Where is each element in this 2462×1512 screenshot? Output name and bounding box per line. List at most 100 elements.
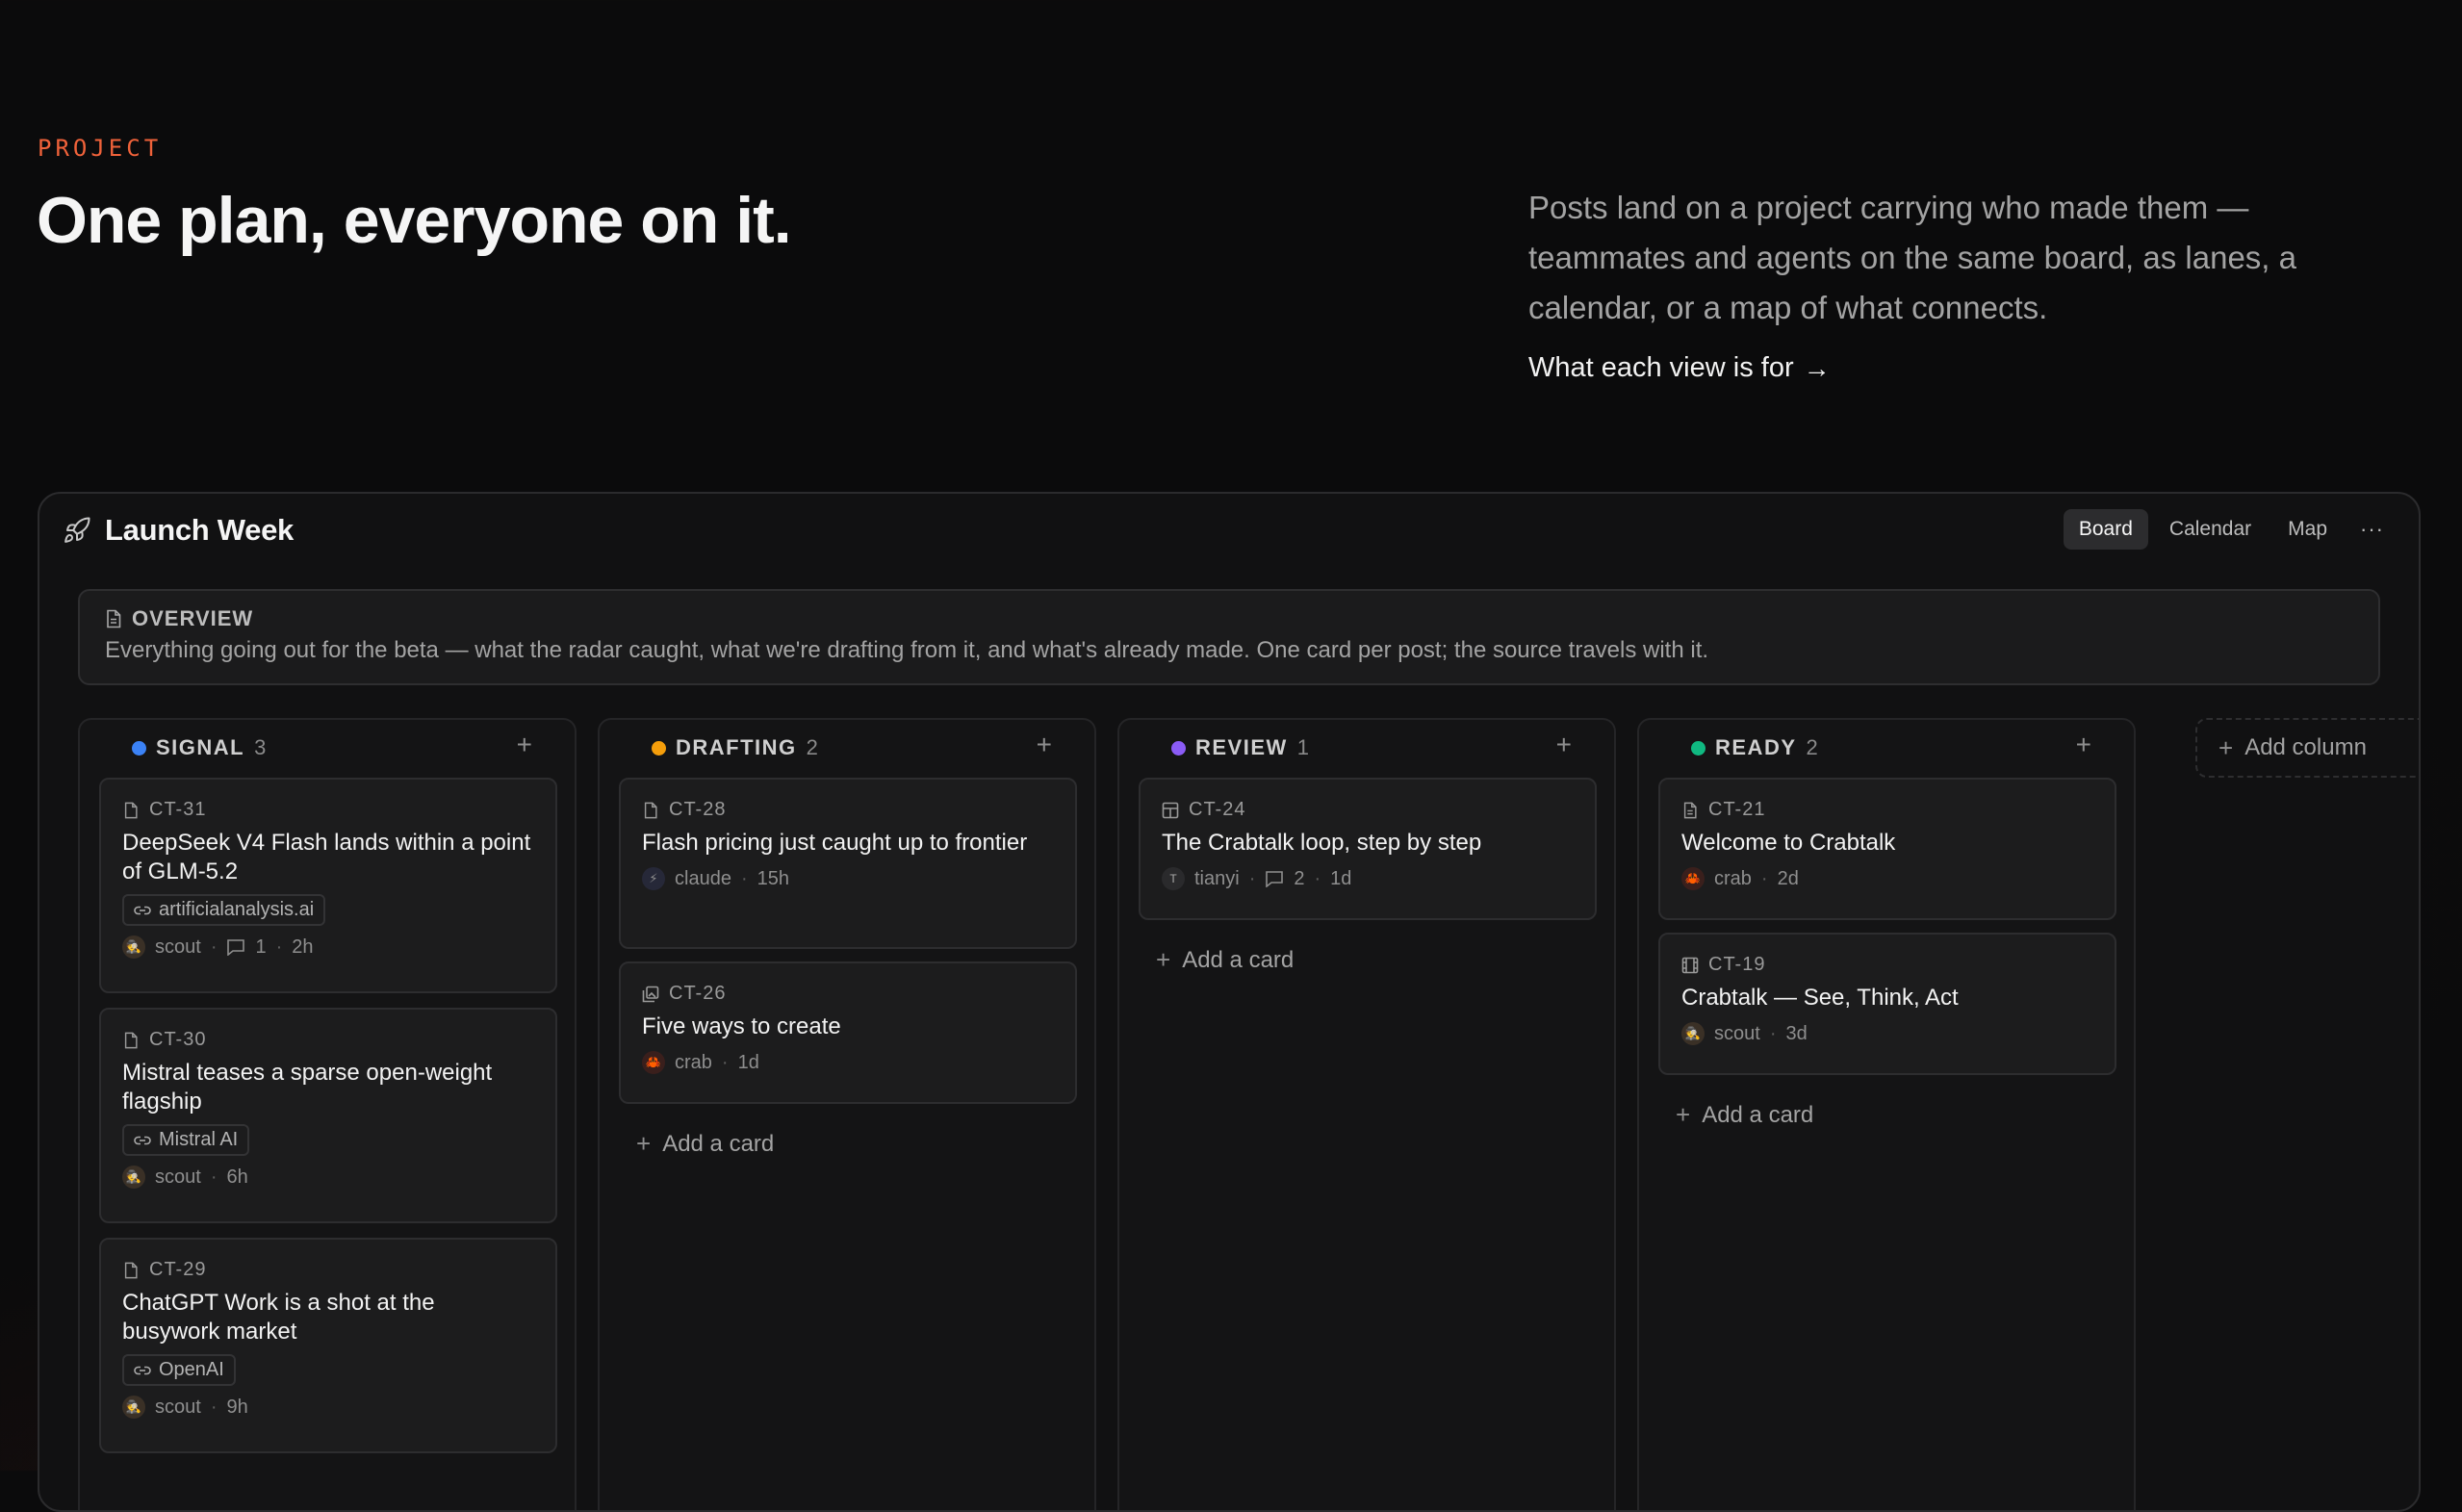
card-ct-24[interactable]: CT-24 The Crabtalk loop, step by step T … — [1139, 778, 1597, 920]
window-header: Launch Week Board Calendar Map ··· — [39, 494, 2419, 567]
meta-separator: · — [210, 1166, 218, 1188]
add-card-plus-icon[interactable]: + — [1037, 730, 1052, 760]
add-card-label: Add a card — [662, 1130, 775, 1157]
add-column-button[interactable]: + Add column — [2195, 718, 2419, 778]
document-icon — [107, 609, 121, 628]
plus-icon: + — [2218, 732, 2234, 762]
view-guide-link-label: What each view is for — [1528, 352, 1794, 383]
card-source-chip[interactable]: Mistral AI — [122, 1124, 250, 1156]
column-name: SIGNAL — [156, 735, 245, 759]
status-dot-icon — [1691, 740, 1705, 756]
project-title: Launch Week — [63, 513, 294, 548]
meta-separator: · — [1760, 867, 1768, 889]
view-tabs: Board Calendar Map ··· — [2063, 509, 2396, 550]
card-author: crab — [675, 1051, 712, 1073]
comment-icon — [1266, 871, 1284, 887]
project-window: Launch Week Board Calendar Map ··· OVERV… — [38, 492, 2421, 1512]
card-meta: 🦀 crab · 1d — [642, 1051, 1054, 1074]
claude-avatar: ⚡ — [642, 867, 665, 890]
card-ct-21[interactable]: CT-21 Welcome to Crabtalk 🦀 crab · 2d — [1658, 778, 2116, 920]
card-author: tianyi — [1194, 867, 1240, 889]
meta-separator: · — [1769, 1022, 1777, 1044]
add-card-button[interactable]: + Add a card — [636, 1129, 774, 1159]
document-icon — [124, 1032, 138, 1048]
card-meta: 🕵 scout · 6h — [122, 1166, 534, 1189]
add-card-label: Add a card — [1182, 946, 1295, 973]
add-card-plus-icon[interactable]: + — [517, 730, 532, 760]
card-source-chip[interactable]: artificialanalysis.ai — [122, 894, 326, 926]
card-id-text: CT-31 — [149, 799, 207, 820]
column-count: 1 — [1296, 735, 1310, 759]
gallery-icon — [642, 986, 659, 1002]
card-title: ChatGPT Work is a shot at the busywork m… — [122, 1290, 435, 1345]
more-options-icon[interactable]: ··· — [2348, 513, 2396, 546]
card-meta: 🕵 scout · 1 · 2h — [122, 935, 534, 959]
card-age: 9h — [226, 1396, 248, 1418]
card-title: Flash pricing just caught up to frontier — [642, 830, 1028, 856]
card-meta: T tianyi · 2 · 1d — [1162, 867, 1574, 890]
layout-icon — [1162, 802, 1179, 818]
card-author: scout — [155, 1166, 201, 1188]
link-icon — [134, 1366, 151, 1374]
tab-calendar[interactable]: Calendar — [2154, 509, 2267, 550]
film-icon — [1681, 957, 1699, 973]
meta-separator: · — [275, 935, 283, 958]
card-age: 1d — [1330, 867, 1352, 889]
column-signal: SIGNAL 3 + CT-31 DeepSeek V4 Flash lands… — [78, 718, 577, 1510]
tab-board[interactable]: Board — [2063, 509, 2148, 550]
column-header: REVIEW 1 — [1171, 735, 1309, 760]
card-ct-26[interactable]: CT-26 Five ways to create 🦀 crab · 1d — [619, 961, 1077, 1104]
status-dot-icon — [1171, 740, 1186, 756]
document-lines-icon — [1683, 802, 1697, 818]
card-age: 1d — [737, 1051, 759, 1073]
add-card-plus-icon[interactable]: + — [2076, 730, 2091, 760]
view-guide-link[interactable]: What each view is for → — [1528, 352, 1831, 384]
card-author: scout — [155, 1396, 201, 1418]
link-icon — [134, 906, 151, 914]
card-author: scout — [1714, 1022, 1760, 1044]
card-source-chip[interactable]: OpenAI — [122, 1354, 236, 1386]
card-title: The Crabtalk loop, step by step — [1162, 830, 1482, 856]
card-title: DeepSeek V4 Flash lands within a point o… — [122, 830, 531, 884]
card-id: CT-28 — [642, 799, 1054, 821]
card-id: CT-19 — [1681, 954, 2093, 976]
card-id: CT-29 — [122, 1259, 534, 1281]
column-name: DRAFTING — [676, 735, 797, 759]
document-icon — [124, 802, 138, 818]
add-column-label: Add column — [2244, 734, 2367, 760]
column-header: SIGNAL 3 — [132, 735, 266, 760]
add-card-plus-icon[interactable]: + — [1556, 730, 1572, 760]
card-ct-28[interactable]: CT-28 Flash pricing just caught up to fr… — [619, 778, 1077, 949]
card-ct-19[interactable]: CT-19 Crabtalk — See, Think, Act 🕵 scout… — [1658, 933, 2116, 1075]
card-id: CT-31 — [122, 799, 534, 821]
card-ct-29[interactable]: CT-29 ChatGPT Work is a shot at the busy… — [99, 1238, 557, 1453]
card-meta: 🕵 scout · 3d — [1681, 1022, 2093, 1045]
card-age: 6h — [226, 1166, 248, 1188]
hero-title: One plan, everyone on it. — [37, 184, 792, 257]
add-card-button[interactable]: + Add a card — [1156, 945, 1294, 975]
hero-description: Posts land on a project carrying who mad… — [1528, 190, 2296, 325]
add-card-label: Add a card — [1702, 1101, 1814, 1128]
tab-map[interactable]: Map — [2272, 509, 2343, 550]
plus-icon: + — [1156, 945, 1171, 974]
card-age: 2h — [292, 935, 314, 958]
card-age: 3d — [1785, 1022, 1808, 1044]
card-ct-31[interactable]: CT-31 DeepSeek V4 Flash lands within a p… — [99, 778, 557, 993]
card-comment-count: 1 — [255, 935, 267, 958]
card-author: crab — [1714, 867, 1752, 889]
plus-icon: + — [636, 1129, 652, 1158]
column-name: REVIEW — [1195, 735, 1288, 759]
card-title: Five ways to create — [642, 1013, 841, 1039]
column-review: REVIEW 1 + CT-24 The Crabtalk loop, step… — [1117, 718, 1616, 1510]
column-name: READY — [1715, 735, 1797, 759]
add-card-button[interactable]: + Add a card — [1676, 1100, 1813, 1130]
hero-eyebrow: PROJECT — [38, 135, 163, 162]
card-id: CT-21 — [1681, 799, 2093, 821]
meta-separator: · — [721, 1051, 729, 1073]
document-icon — [644, 802, 657, 818]
meta-separator: · — [210, 1396, 218, 1418]
status-dot-icon — [132, 740, 146, 756]
project-overview: OVERVIEW Everything going out for the be… — [78, 589, 2380, 685]
card-ct-30[interactable]: CT-30 Mistral teases a sparse open-weigh… — [99, 1008, 557, 1223]
column-header: READY 2 — [1691, 735, 1818, 760]
